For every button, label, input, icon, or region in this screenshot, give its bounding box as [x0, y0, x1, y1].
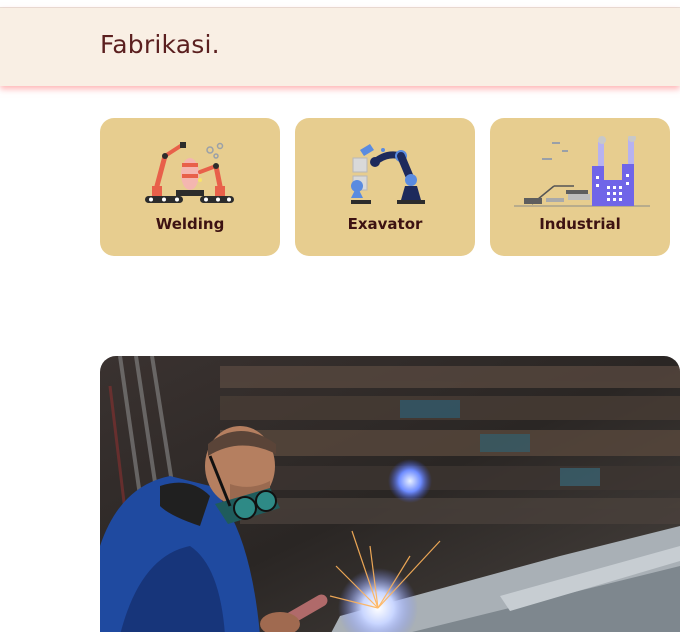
welding-robots-icon — [145, 142, 234, 203]
hero-photo-welder — [100, 356, 680, 635]
welder-image — [100, 356, 680, 635]
category-card-welding[interactable]: Welding — [100, 118, 280, 256]
category-label: Industrial — [539, 215, 621, 233]
factory-icon — [514, 136, 650, 207]
top-border — [0, 0, 680, 8]
page-title: Fabrikasi. — [100, 30, 220, 59]
category-label: Exavator — [347, 215, 423, 233]
category-card-exavator[interactable]: Exavator — [295, 118, 475, 256]
robotic-arm-icon — [351, 144, 425, 204]
page-header: Fabrikasi. — [0, 8, 680, 86]
category-label: Welding — [155, 215, 225, 233]
category-card-industrial[interactable]: Industrial — [490, 118, 670, 256]
